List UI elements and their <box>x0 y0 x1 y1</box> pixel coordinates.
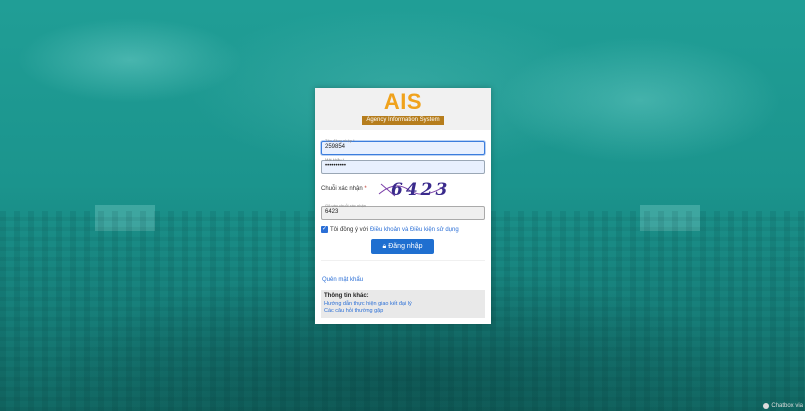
login-card: AIS Agency Information System Tên đăng n… <box>315 88 491 324</box>
info-box: Thông tin khác: Hướng dẫn thực hiện giao… <box>321 290 485 318</box>
username-field[interactable]: Tên đăng nhập * 259854 <box>321 138 485 155</box>
username-value: 259854 <box>325 144 346 150</box>
ais-logo: AIS <box>383 89 423 114</box>
terms-agreement: ✓ Tôi đồng ý với Điều khoản và Điều kiện… <box>321 226 459 233</box>
info-link-guide[interactable]: Hướng dẫn thực hiện giao kết đại lý <box>324 301 412 307</box>
info-link-faq[interactable]: Các câu hỏi thường gặp <box>324 308 383 314</box>
divider <box>321 260 485 261</box>
terms-link[interactable]: Điều khoản và Điều kiện sử dụng <box>370 227 459 233</box>
chat-icon <box>763 403 770 409</box>
password-value: •••••••••• <box>325 163 347 169</box>
info-title: Thông tin khác: <box>324 293 369 299</box>
terms-checkbox[interactable]: ✓ <box>321 226 328 233</box>
card-header: AIS Agency Information System <box>315 88 491 130</box>
password-field[interactable]: Mật khẩu * •••••••••• <box>321 157 485 174</box>
username-label: Tên đăng nhập * <box>325 138 355 143</box>
chat-label: Chatbox via <box>771 403 803 409</box>
captcha-image: 6423 <box>378 180 449 200</box>
captcha-input-value: 6423 <box>325 209 339 215</box>
terms-text: Tôi đồng ý với <box>330 226 368 233</box>
captcha-input[interactable]: Gõ vào chuỗi xác nhận 6423 <box>321 203 485 220</box>
login-button[interactable]: 🔒︎ Đăng nhập <box>371 239 434 254</box>
chat-widget[interactable]: Chatbox via <box>763 403 803 409</box>
captcha-label: Chuỗi xác nhận * <box>321 186 367 192</box>
password-label: Mật khẩu * <box>325 157 345 162</box>
logo-tagline: Agency Information System <box>362 116 444 125</box>
captcha-text: 6423 <box>391 180 449 200</box>
lock-icon: 🔒︎ <box>382 242 387 250</box>
captcha-input-label: Gõ vào chuỗi xác nhận <box>325 203 366 208</box>
login-button-label: Đăng nhập <box>388 243 423 250</box>
forgot-password-link[interactable]: Quên mật khẩu <box>322 277 363 283</box>
